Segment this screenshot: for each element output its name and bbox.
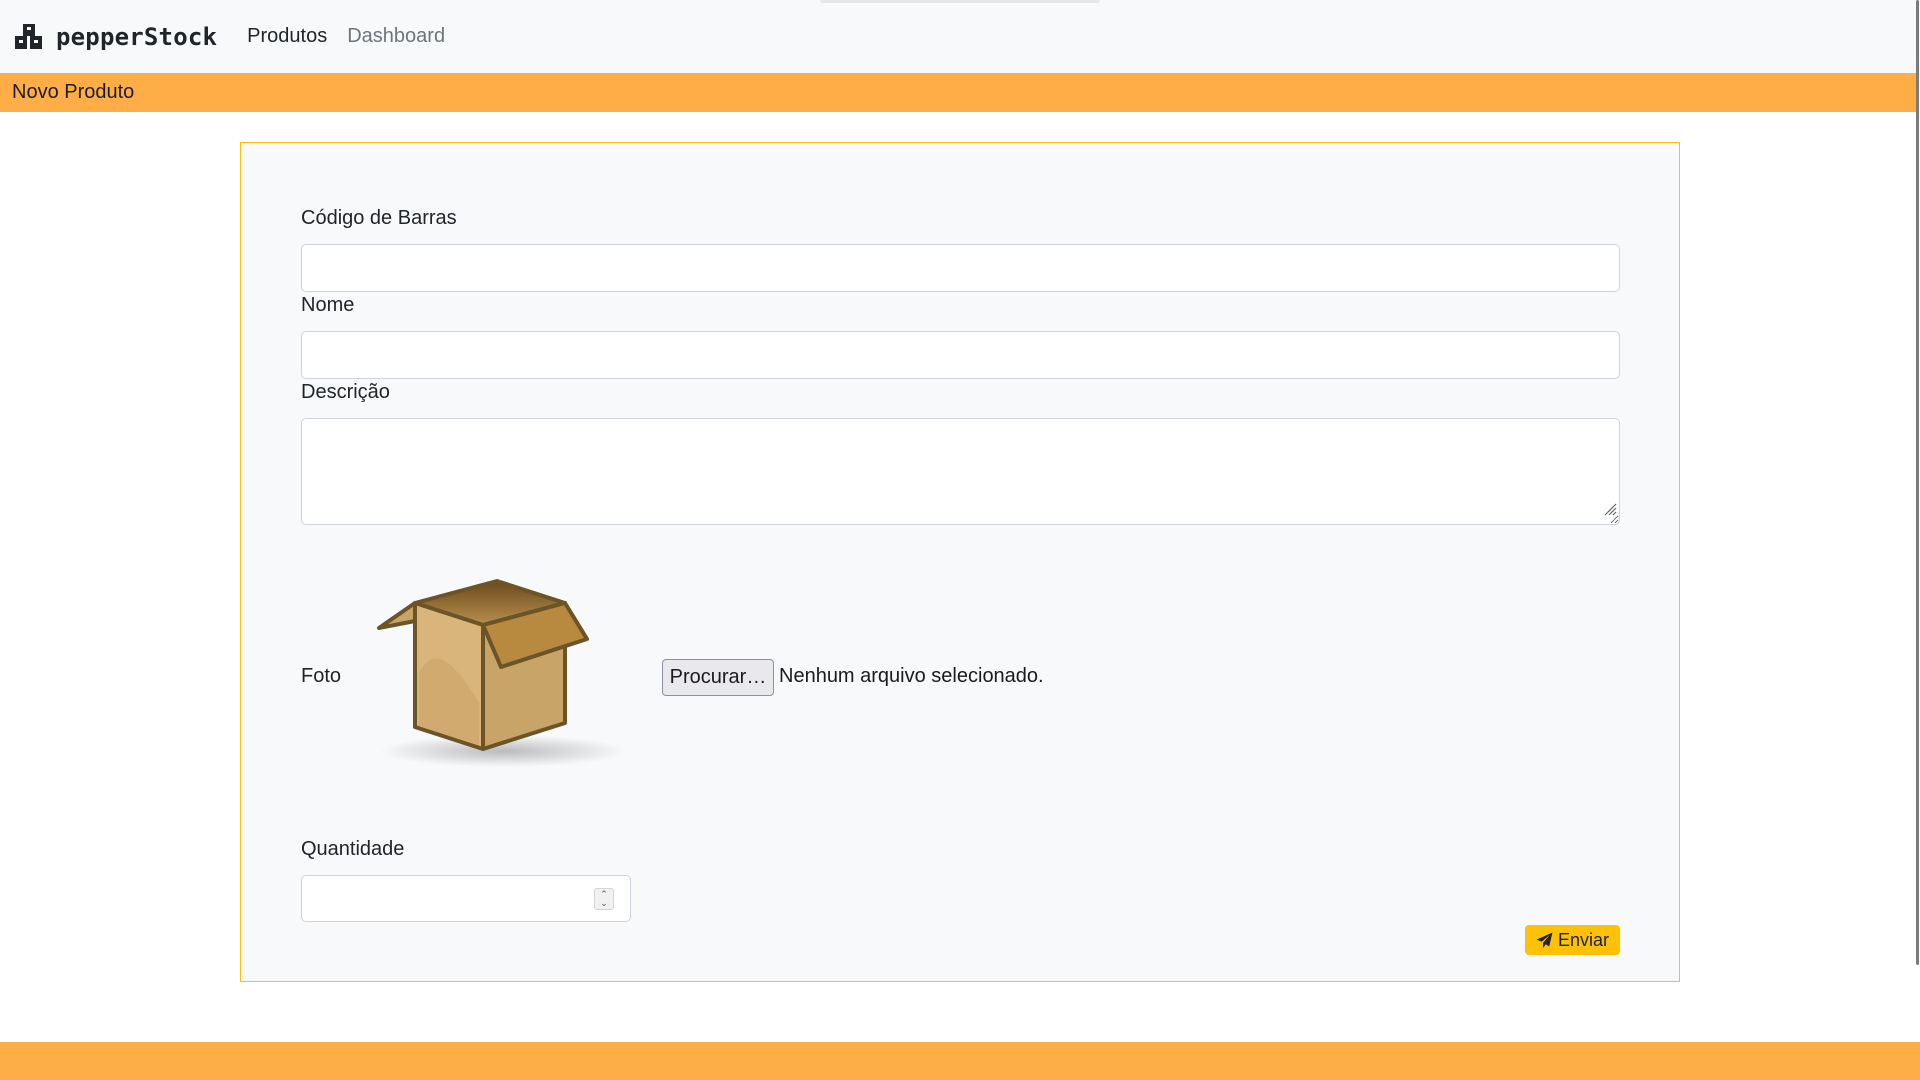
quantity-input[interactable]: ⌃ ⌄ — [301, 875, 631, 922]
file-status-text: Nenhum arquivo selecionado. — [779, 665, 1044, 687]
boxes-icon — [15, 23, 42, 49]
brand[interactable]: pepperStock — [14, 22, 217, 52]
description-textarea[interactable] — [301, 418, 1620, 525]
quantity-label: Quantidade — [301, 838, 405, 860]
name-label: Nome — [301, 294, 355, 316]
nav-link-produtos[interactable]: Produtos — [247, 25, 327, 48]
resize-grip-icon[interactable] — [1603, 502, 1617, 516]
paper-plane-icon — [1536, 932, 1553, 948]
quantity-stepper[interactable]: ⌃ ⌄ — [594, 888, 614, 910]
top-edge-hint — [820, 0, 1100, 3]
scrollbar-thumb[interactable] — [1916, 0, 1919, 965]
description-label: Descrição — [301, 381, 390, 403]
page-footer — [0, 1042, 1920, 1080]
barcode-input[interactable] — [301, 244, 1620, 292]
photo-label: Foto — [301, 665, 342, 687]
page-title: Novo Produto — [12, 81, 135, 103]
submit-button[interactable]: Enviar — [1525, 925, 1620, 955]
name-input[interactable] — [301, 331, 1620, 379]
open-box-icon — [377, 579, 627, 767]
barcode-label: Código de Barras — [301, 207, 457, 229]
top-navbar: pepperStock Produtos Dashboard — [0, 0, 1916, 73]
chevron-down-icon[interactable]: ⌄ — [600, 899, 608, 908]
brand-name: pepperStock — [56, 22, 218, 51]
page-header: Novo Produto — [0, 73, 1916, 112]
browse-file-button[interactable]: Procurar… — [662, 659, 774, 696]
scrollbar[interactable] — [1916, 0, 1920, 1080]
submit-label: Enviar — [1557, 929, 1610, 950]
nav-link-dashboard[interactable]: Dashboard — [347, 25, 445, 48]
product-form: Código de Barras Nome Descrição Foto Pro… — [240, 142, 1680, 982]
